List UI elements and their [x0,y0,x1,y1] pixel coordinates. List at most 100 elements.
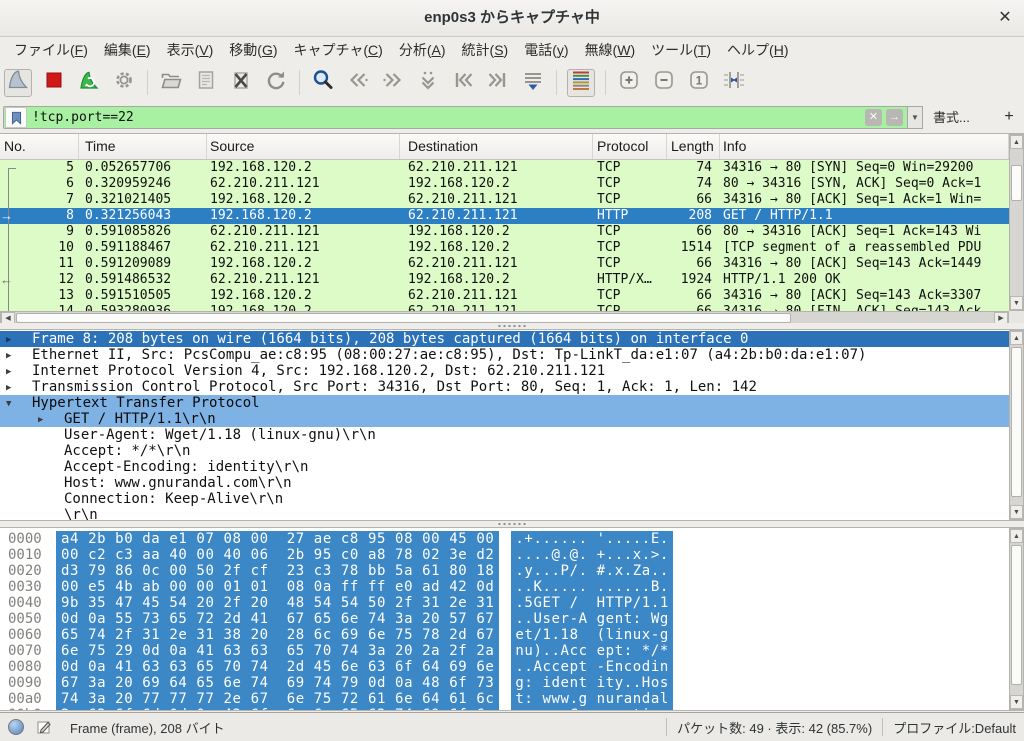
column-header-protocol[interactable]: Protocol [593,134,667,159]
packet-row-10[interactable]: 100.59118846762.210.211.121192.168.120.2… [0,240,1009,256]
hex-row-0050[interactable]: 00500d 0a 55 73 65 72 2d 41 67 65 6e 74 … [0,611,1009,627]
menu-item-f[interactable]: ファイル(F) [6,37,96,63]
packet-row-7[interactable]: 70.321021405192.168.120.262.210.211.121T… [0,192,1009,208]
vscroll-thumb[interactable] [1011,165,1022,201]
packet-details-rows[interactable]: ▶Frame 8: 208 bytes on wire (1664 bits),… [0,331,1009,521]
menu-item-w[interactable]: 無線(W) [577,37,644,63]
menu-item-v[interactable]: 表示(V) [159,37,222,63]
packet-row-8[interactable]: 80.321256043192.168.120.262.210.211.121H… [0,208,1009,224]
hex-row-0080[interactable]: 00800d 0a 41 63 63 65 70 74 2d 45 6e 63 … [0,659,1009,675]
scroll-up-icon[interactable]: ▲ [1010,529,1023,543]
find-packet-button[interactable] [310,70,336,96]
detail-row[interactable]: Accept: */*\r\n [0,443,1009,459]
column-header-source[interactable]: Source [207,134,400,159]
auto-scroll-button[interactable] [520,70,546,96]
close-window-button[interactable]: ✕ [992,0,1018,36]
detail-row[interactable]: ▼Hypertext Transfer Protocol [0,395,1009,411]
packet-row-14[interactable]: 140.593280936192.168.120.262.210.211.121… [0,304,1009,311]
detail-row[interactable]: ▶Frame 8: 208 bytes on wire (1664 bits),… [0,331,1009,347]
detail-row[interactable]: ▶Internet Protocol Version 4, Src: 192.1… [0,363,1009,379]
hex-row-0060[interactable]: 006065 74 2f 31 2e 31 38 20 28 6c 69 6e … [0,627,1009,643]
stop-capture-button[interactable] [41,70,67,96]
start-capture-button[interactable] [4,69,32,97]
go-back-button[interactable] [345,70,371,96]
bytes-vscrollbar[interactable]: ▲ ▼ [1009,528,1024,710]
capture-options-button[interactable] [111,70,137,96]
capture-comment-button[interactable] [36,719,52,735]
expander-closed-icon[interactable]: ▶ [6,347,32,363]
packet-row-11[interactable]: 110.591209089192.168.120.262.210.211.121… [0,256,1009,272]
detail-row[interactable]: Accept-Encoding: identity\r\n [0,459,1009,475]
hex-row-0000[interactable]: 0000a4 2b b0 da e1 07 08 00 27 ae c8 95 … [0,531,1009,547]
filter-dropdown-button[interactable]: ▼ [907,106,923,129]
go-last-packet-button[interactable] [485,70,511,96]
filter-bookmark-button[interactable] [5,107,27,128]
expert-info-icon[interactable] [8,719,24,735]
scroll-down-icon[interactable]: ▼ [1010,505,1023,519]
detail-row[interactable]: Connection: Keep-Alive\r\n [0,491,1009,507]
close-file-button[interactable] [228,70,254,96]
go-to-packet-button[interactable] [415,70,441,96]
scroll-up-icon[interactable]: ▲ [1010,135,1023,149]
vscroll-thumb[interactable] [1011,347,1022,497]
filter-apply-button[interactable]: → [886,109,903,126]
menu-item-c[interactable]: キャプチャ(C) [286,37,391,63]
menu-item-s[interactable]: 統計(S) [454,37,517,63]
column-header-length[interactable]: Length [667,134,720,159]
packet-list-vscrollbar[interactable]: ▲ ▼ [1009,134,1024,311]
filter-expression-button[interactable]: 書式... [933,106,970,129]
menu-item-h[interactable]: ヘルプ(H) [719,37,796,63]
packet-row-9[interactable]: 90.59108582662.210.211.121192.168.120.2T… [0,224,1009,240]
hex-row-0070[interactable]: 00706e 75 29 0d 0a 41 63 63 65 70 74 3a … [0,643,1009,659]
menu-item-t[interactable]: ツール(T) [643,37,719,63]
hex-row-0040[interactable]: 00409b 35 47 45 54 20 2f 20 48 54 54 50 … [0,595,1009,611]
details-vscrollbar[interactable]: ▲ ▼ [1009,330,1024,520]
packet-list-rows[interactable]: 50.052657706192.168.120.262.210.211.121T… [0,160,1009,311]
filter-clear-button[interactable]: ✕ [865,109,882,126]
detail-row[interactable]: ▶GET / HTTP/1.1\r\n [0,411,1009,427]
zoom-in-button[interactable] [616,70,642,96]
expander-closed-icon[interactable]: ▶ [38,411,64,427]
expander-closed-icon[interactable]: ▶ [6,331,32,347]
hex-row-00b0[interactable]: 00b02e 63 6f 6d 0d 0a 43 6f 6e 6e 65 63 … [0,707,1009,711]
packet-row-5[interactable]: 50.052657706192.168.120.262.210.211.121T… [0,160,1009,176]
menu-item-g[interactable]: 移動(G) [221,37,285,63]
detail-row[interactable]: \r\n [0,507,1009,521]
display-filter-field[interactable]: ✕ → [3,106,908,129]
title-bar[interactable]: enp0s3 からキャプチャ中 ✕ [0,0,1024,37]
go-forward-button[interactable] [380,70,406,96]
packet-row-6[interactable]: 60.32095924662.210.211.121192.168.120.2T… [0,176,1009,192]
status-profile[interactable]: プロファイル:Default [893,718,1016,737]
zoom-out-button[interactable] [651,70,677,96]
expander-open-icon[interactable]: ▼ [6,395,32,411]
zoom-original-button[interactable]: 1 [686,70,712,96]
column-header-info[interactable]: Info [720,134,1009,159]
filter-add-button[interactable]: + [999,106,1019,129]
scroll-up-icon[interactable]: ▲ [1010,331,1023,345]
resize-columns-button[interactable] [721,70,747,96]
packet-bytes-rows[interactable]: 0000a4 2b b0 da e1 07 08 00 27 ae c8 95 … [0,531,1009,711]
menu-item-y[interactable]: 電話(y) [516,37,576,63]
expander-closed-icon[interactable]: ▶ [6,379,32,395]
save-file-button[interactable] [193,70,219,96]
display-filter-input[interactable] [32,110,865,125]
menu-item-a[interactable]: 分析(A) [391,37,454,63]
column-header-no[interactable]: No. [0,134,79,159]
packet-row-12[interactable]: 120.59148653262.210.211.121192.168.120.2… [0,272,1009,288]
detail-row[interactable]: ▶Transmission Control Protocol, Src Port… [0,379,1009,395]
hex-row-0020[interactable]: 0020d3 79 86 0c 00 50 2f cf 23 c3 78 bb … [0,563,1009,579]
detail-row[interactable]: User-Agent: Wget/1.18 (linux-gnu)\r\n [0,427,1009,443]
scroll-down-icon[interactable]: ▼ [1010,296,1023,310]
hex-row-0090[interactable]: 009067 3a 20 69 64 65 6e 74 69 74 79 0d … [0,675,1009,691]
go-first-packet-button[interactable] [450,70,476,96]
packet-row-13[interactable]: 130.591510505192.168.120.262.210.211.121… [0,288,1009,304]
column-header-destination[interactable]: Destination [400,134,593,159]
detail-row[interactable]: Host: www.gnurandal.com\r\n [0,475,1009,491]
detail-row[interactable]: ▶Ethernet II, Src: PcsCompu_ae:c8:95 (08… [0,347,1009,363]
scroll-down-icon[interactable]: ▼ [1010,695,1023,709]
restart-capture-button[interactable] [76,70,102,96]
vscroll-thumb[interactable] [1011,545,1022,685]
menu-item-e[interactable]: 編集(E) [96,37,159,63]
hex-row-00a0[interactable]: 00a074 3a 20 77 77 77 2e 67 6e 75 72 61 … [0,691,1009,707]
hex-row-0030[interactable]: 003000 e5 4b ab 00 00 01 01 08 0a ff ff … [0,579,1009,595]
